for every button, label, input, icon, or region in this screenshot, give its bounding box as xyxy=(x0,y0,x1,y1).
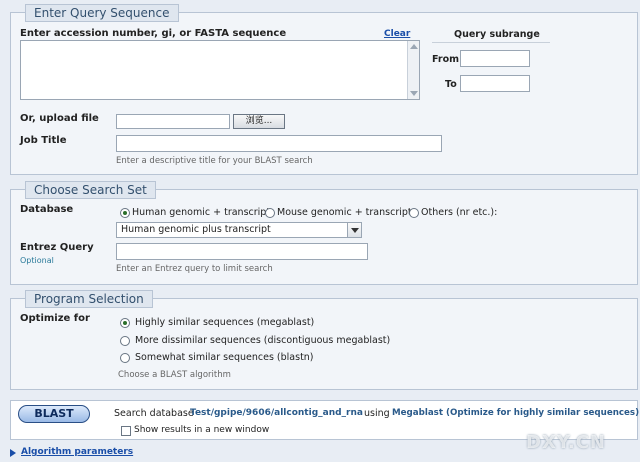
textarea-scrollbar[interactable] xyxy=(407,41,419,99)
database-select[interactable]: Human genomic plus transcript xyxy=(116,222,362,238)
query-section-legend: Enter Query Sequence xyxy=(25,4,179,22)
upload-file-input[interactable] xyxy=(116,114,230,129)
clear-link[interactable]: Clear xyxy=(384,29,410,39)
optimize-for-label: Optimize for xyxy=(20,313,90,324)
search-set-legend: Choose Search Set xyxy=(25,181,156,199)
job-title-input[interactable] xyxy=(116,135,442,152)
select-dropdown-button[interactable] xyxy=(347,223,361,237)
algorithm-text: Megablast (Optimize for highly similar s… xyxy=(392,408,640,418)
using-text: using xyxy=(364,408,390,419)
query-subrange-title: Query subrange xyxy=(454,29,540,40)
subrange-underline xyxy=(432,42,550,43)
entrez-optional-label: Optional xyxy=(20,256,54,265)
entrez-query-input[interactable] xyxy=(116,243,368,260)
chevron-down-icon xyxy=(351,228,359,233)
to-input[interactable] xyxy=(460,75,530,92)
radio-megablast[interactable] xyxy=(120,318,130,328)
database-label: Database xyxy=(20,204,74,215)
entrez-query-label: Entrez Query xyxy=(20,242,94,253)
radio-mouse-genomic-label: Mouse genomic + transcript xyxy=(277,207,412,218)
upload-file-label: Or, upload file xyxy=(20,113,99,124)
search-database-name: Test/gpipe/9606/allcontig_and_rna xyxy=(190,408,363,418)
from-input[interactable] xyxy=(460,50,530,67)
radio-human-genomic[interactable] xyxy=(120,208,130,218)
radio-megablast-label: Highly similar sequences (megablast) xyxy=(135,317,315,328)
radio-blastn-label: Somewhat similar sequences (blastn) xyxy=(135,352,314,363)
query-sequence-textarea[interactable] xyxy=(20,40,420,100)
watermark: DXY.CN xyxy=(526,432,606,453)
browse-button[interactable]: 浏览... xyxy=(233,114,285,129)
radio-blastn[interactable] xyxy=(120,353,130,363)
radio-others-label: Others (nr etc.): xyxy=(421,207,498,218)
radio-discontiguous-megablast[interactable] xyxy=(120,336,130,346)
program-hint: Choose a BLAST algorithm xyxy=(118,370,231,380)
job-title-hint: Enter a descriptive title for your BLAST… xyxy=(116,156,313,166)
search-database-prefix: Search database xyxy=(114,408,194,419)
accession-label: Enter accession number, gi, or FASTA seq… xyxy=(20,28,287,39)
radio-human-genomic-label: Human genomic + transcript xyxy=(132,207,271,218)
from-label: From xyxy=(432,54,459,65)
program-section-legend: Program Selection xyxy=(25,290,153,308)
radio-discontiguous-megablast-label: More dissimilar sequences (discontiguous… xyxy=(135,335,391,346)
to-label: To xyxy=(445,79,457,90)
new-window-label: Show results in a new window xyxy=(134,425,270,435)
blast-button[interactable]: BLAST xyxy=(18,405,90,423)
scroll-up-arrow-icon[interactable] xyxy=(410,44,418,49)
database-select-value: Human genomic plus transcript xyxy=(121,224,271,235)
entrez-query-hint: Enter an Entrez query to limit search xyxy=(116,264,273,274)
radio-mouse-genomic[interactable] xyxy=(265,208,275,218)
expand-triangle-icon[interactable] xyxy=(10,449,16,457)
algorithm-parameters-link[interactable]: Algorithm parameters xyxy=(21,447,133,457)
new-window-checkbox[interactable] xyxy=(121,426,131,436)
job-title-label: Job Title xyxy=(20,135,67,146)
radio-others[interactable] xyxy=(409,208,419,218)
scroll-down-arrow-icon[interactable] xyxy=(410,91,418,96)
